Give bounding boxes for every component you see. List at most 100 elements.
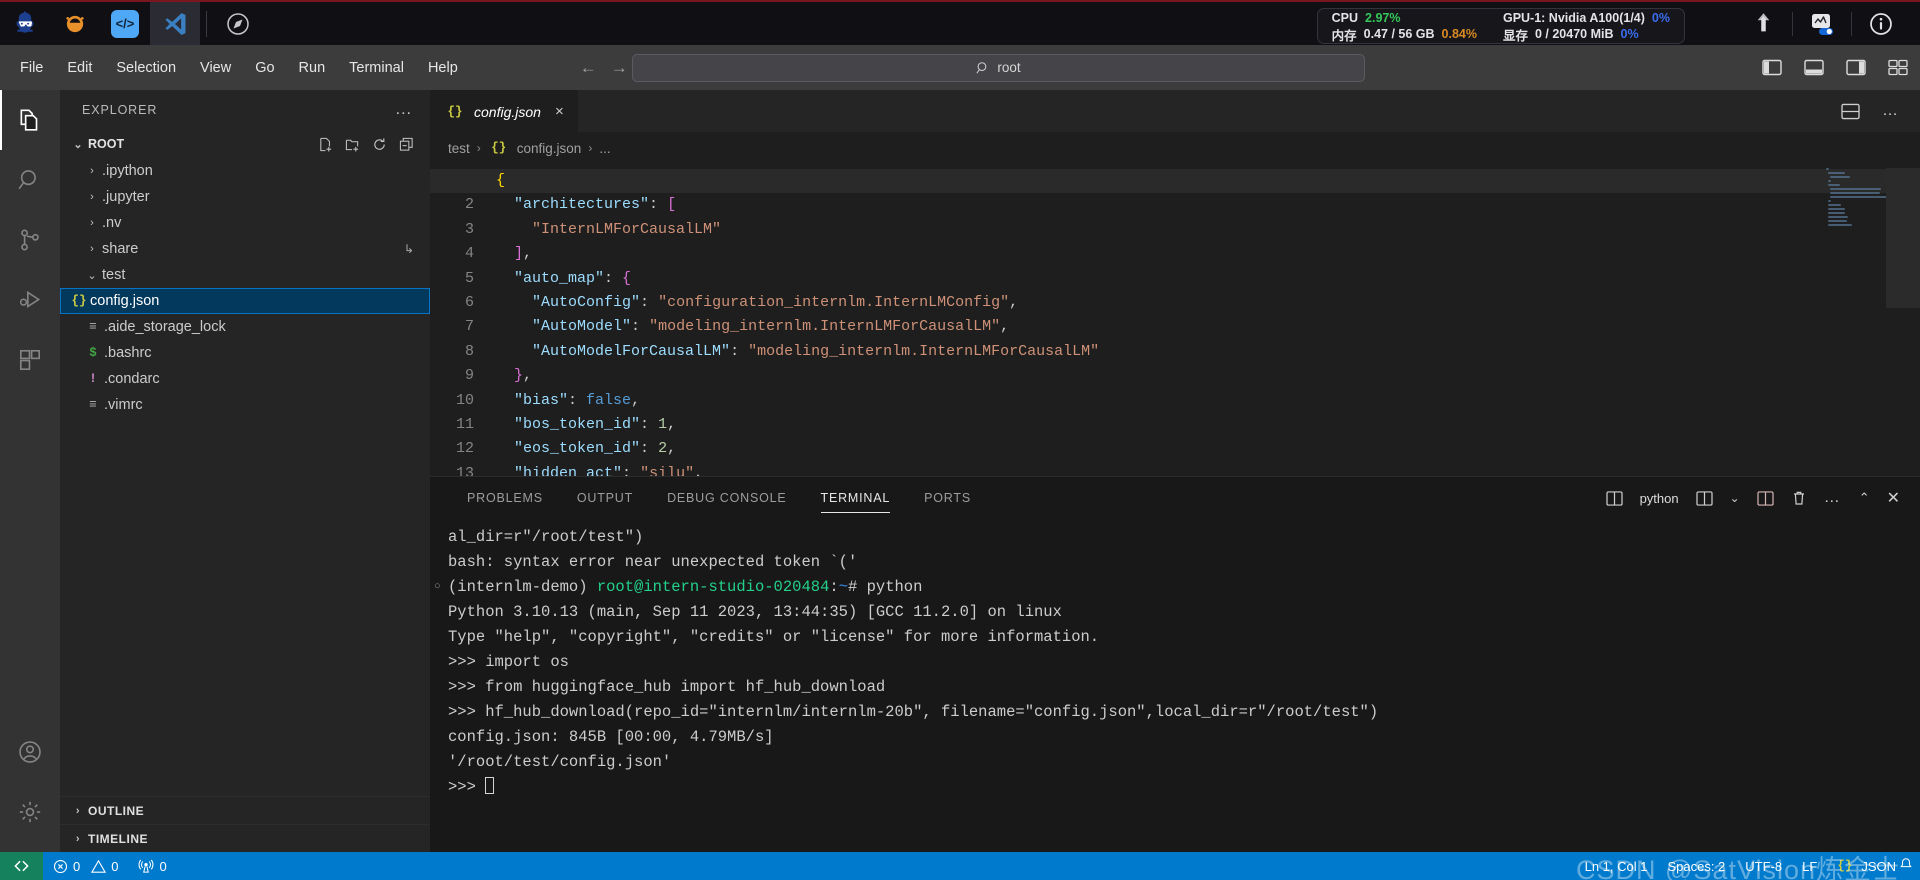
code-editor[interactable]: 123456789101112131415 { "architectures":… [430,164,1920,476]
tree-item-aide-storage-lock[interactable]: ≡ .aide_storage_lock [60,314,430,340]
panel-tab-debug-console[interactable]: DEBUG CONSOLE [650,477,803,519]
minimap[interactable] [1826,168,1890,318]
status-eol[interactable]: LF [1792,859,1827,874]
terminal-output[interactable]: al_dir=r"/root/test") bash: syntax error … [430,519,1920,852]
split-icon[interactable] [1757,490,1774,506]
code-line: "eos_token_id": 2, [496,437,1920,461]
breadcrumb-item-symbol[interactable]: ... [599,141,610,156]
panel-tab-output[interactable]: OUTPUT [560,477,650,519]
cpu-value: 2.97% [1365,11,1401,25]
resource-stats-widget[interactable]: CPU 2.97% 内存 0.47 / 56 GB 0.84% GPU-1: N… [1316,8,1685,44]
new-folder-icon[interactable] [345,137,360,152]
ninja-app-icon[interactable] [0,2,50,45]
refresh-icon[interactable] [372,137,387,152]
compass-icon[interactable] [213,2,263,45]
root-folder-header[interactable]: ⌄ ROOT [60,130,430,158]
breadcrumb-item-folder[interactable]: test [448,141,470,156]
go-back-icon[interactable]: ← [580,58,597,78]
editor-tab-config-json[interactable]: {} config.json × [430,90,578,132]
status-encoding[interactable]: UTF-8 [1735,859,1792,874]
vscode-icon[interactable] [150,2,200,45]
tree-item-ipython[interactable]: › .ipython [60,158,430,184]
activity-item-extensions[interactable] [0,330,60,390]
tree-item-condarc[interactable]: ! .condarc [60,366,430,392]
more-icon[interactable]: … [1824,489,1842,507]
activity-item-run-debug[interactable] [0,270,60,330]
notifications-icon[interactable] [1889,850,1920,878]
status-indentation[interactable]: Spaces: 2 [1657,859,1735,874]
activity-item-settings[interactable] [0,782,60,842]
workbench-body: EXPLORER ... ⌄ ROOT › .ipython › .jupyte… [0,90,1920,852]
sidebar-panel-outline[interactable]: › OUTLINE [60,796,430,824]
json-icon: {} [71,294,87,308]
new-file-icon[interactable] [318,137,333,152]
collapse-all-icon[interactable] [399,137,414,152]
code-server-icon[interactable]: </> [100,2,150,45]
tree-item-vimrc[interactable]: ≡ .vimrc [60,392,430,418]
tree-item-share[interactable]: › share ↳ [60,236,430,262]
split-editor-icon[interactable] [1841,103,1860,120]
monitor-toggle-icon[interactable] [1793,2,1851,45]
menu-terminal[interactable]: Terminal [337,56,416,80]
info-icon[interactable] [1852,2,1910,45]
status-problems[interactable]: 0 0 [43,852,128,880]
search-input[interactable]: root [632,53,1365,82]
kill-terminal-icon[interactable] [1791,490,1807,506]
sidebar-more-icon[interactable]: ... [396,101,412,119]
more-actions-icon[interactable]: … [1882,102,1900,120]
terminal-dropdown-icon[interactable]: ⌄ [1730,491,1740,505]
status-cursor-position[interactable]: Ln 1, Col 1 [1575,859,1658,874]
chevron-right-icon: › [90,243,94,255]
maximize-panel-icon[interactable]: ⌃ [1859,490,1870,506]
line-number: 10 [455,391,474,409]
activity-item-search[interactable] [0,150,60,210]
close-panel-icon[interactable]: ✕ [1887,488,1900,508]
tree-item-bashrc[interactable]: $ .bashrc [60,340,430,366]
activity-item-explorer[interactable] [0,90,60,150]
editor-scrollbar[interactable] [1886,168,1920,308]
menu-go[interactable]: Go [243,56,286,80]
toggle-primary-sidebar-icon[interactable] [1762,59,1782,76]
terminal-text: (internlm-demo) [448,578,597,596]
code-token: : [604,269,623,287]
menu-edit[interactable]: Edit [55,56,104,80]
terminal-shell-label[interactable]: python [1640,491,1679,506]
menu-help[interactable]: Help [416,56,470,80]
panel-tab-ports[interactable]: PORTS [907,477,988,519]
launcher-bar: </> CPU 2.97% 内存 0.47 / 56 GB 0.84% GPU-… [0,0,1920,45]
tree-item-jupyter[interactable]: › .jupyter [60,184,430,210]
code-token: "bias" [514,391,569,409]
go-forward-icon[interactable]: → [611,58,628,78]
gpu-percent: 0% [1651,11,1670,25]
toggle-panel-icon[interactable] [1804,59,1824,76]
activity-item-accounts[interactable] [0,722,60,782]
panel-tab-terminal[interactable]: TERMINAL [804,477,908,519]
menu-selection[interactable]: Selection [104,56,188,80]
panel-tab-problems[interactable]: PROBLEMS [450,477,560,519]
toggle-secondary-sidebar-icon[interactable] [1846,59,1866,76]
minimap-line [1829,192,1880,194]
split-terminal-icon[interactable] [1605,490,1623,506]
menu-file[interactable]: File [8,56,55,80]
tree-item-nv[interactable]: › .nv [60,210,430,236]
code-line: "architectures": [ [496,193,1920,217]
tree-item-test[interactable]: ⌄ test [60,262,430,288]
menu-run[interactable]: Run [287,56,338,80]
status-ports[interactable]: 0 [128,852,176,880]
code-token: [ [667,196,677,214]
anaconda-icon[interactable] [50,2,100,45]
activity-item-source-control[interactable] [0,210,60,270]
tree-item-config-json[interactable]: {} config.json [60,288,430,314]
sidebar-panel-timeline[interactable]: › TIMELINE [60,824,430,852]
menu-view[interactable]: View [188,56,243,80]
remote-indicator[interactable] [0,852,43,880]
close-icon[interactable]: × [555,103,564,120]
terminal-line: ○ (internlm-demo) root@intern-studio-0204… [434,575,1920,600]
code-brackets-icon: </> [111,9,139,38]
new-terminal-icon[interactable] [1696,490,1713,506]
customize-layout-icon[interactable] [1888,59,1908,76]
upload-icon[interactable] [1734,2,1792,45]
breadcrumb-item-file[interactable]: config.json [517,141,582,156]
